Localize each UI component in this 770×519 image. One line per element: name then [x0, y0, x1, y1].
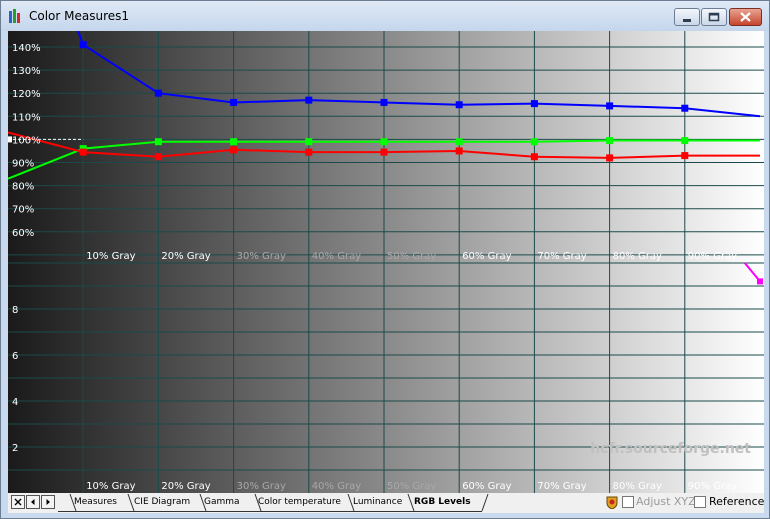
blue-series-point — [305, 96, 313, 104]
reference-checkbox[interactable] — [694, 496, 706, 508]
red-series-point — [606, 154, 614, 162]
tab-bar: Measures CIE Diagram Gamma Color tempera… — [8, 493, 764, 513]
red-series-point — [455, 147, 463, 155]
red-series-point — [530, 153, 538, 161]
close-button[interactable] — [729, 8, 762, 26]
blue-series-point — [380, 98, 388, 106]
green-series-point — [455, 138, 463, 146]
minimize-icon — [683, 19, 691, 22]
tab-luminance[interactable]: Luminance — [353, 493, 402, 511]
red-series-point — [380, 148, 388, 156]
green-series-point — [305, 138, 313, 146]
green-series-point — [530, 138, 538, 146]
tab-separator — [481, 493, 489, 512]
bar-chart-app-icon — [9, 9, 23, 23]
x-tick-label: 80% Gray — [613, 251, 662, 262]
wrench-shield-icon[interactable] — [605, 495, 619, 509]
title-bar[interactable]: Color Measures1 — [1, 1, 769, 31]
minimize-button[interactable] — [674, 8, 700, 26]
green-series-point — [380, 138, 388, 146]
prev-tab-button[interactable] — [26, 495, 40, 509]
blue-series-point — [530, 100, 538, 108]
x-tick-label: 70% Gray — [537, 251, 586, 262]
y-tick-label: 60% — [12, 228, 34, 239]
x-tick-label: 90% Gray — [688, 251, 737, 262]
x-tick-label: 20% Gray — [161, 251, 210, 262]
x-tick-label: 40% Gray — [312, 251, 361, 262]
x-tick-label: 80% Gray — [613, 481, 662, 492]
x-tick-label: 20% Gray — [161, 481, 210, 492]
window-title: Color Measures1 — [29, 9, 130, 23]
red-series-point — [681, 152, 689, 160]
y-tick-label: 2 — [12, 443, 18, 454]
reference-label: Reference — [709, 495, 765, 508]
y-tick-label: 8 — [12, 305, 18, 316]
blue-series-point — [606, 102, 614, 110]
y-tick-label: 4 — [12, 397, 18, 408]
close-icon — [740, 12, 751, 22]
green-series-point — [230, 138, 238, 146]
y-tick-label: 100% — [12, 135, 41, 146]
magenta-series-point — [757, 278, 763, 285]
y-tick-label: 70% — [12, 205, 34, 216]
app-window: Color Measures1 140% 130% 120% 110% 100% 90% 8… — [0, 0, 770, 519]
adjust-xyz-checkbox[interactable] — [622, 496, 634, 508]
x-tick-label: 30% Gray — [237, 481, 286, 492]
x-tick-label: 60% Gray — [462, 251, 511, 262]
close-view-button[interactable] — [11, 495, 25, 509]
maximize-icon — [708, 12, 720, 22]
blue-series-point — [79, 41, 87, 49]
tab-cie-diagram[interactable]: CIE Diagram — [134, 493, 190, 511]
y-tick-label: 140% — [12, 43, 41, 54]
blue-series-point — [154, 89, 162, 97]
triangle-left-icon — [31, 499, 35, 505]
x-tick-label: 10% Gray — [86, 481, 135, 492]
x-tick-label: 50% Gray — [387, 481, 436, 492]
x-close-icon — [14, 498, 22, 506]
blue-series-point — [230, 98, 238, 106]
red-series-point — [79, 148, 87, 156]
green-series-point — [154, 138, 162, 146]
x-tick-label: 10% Gray — [86, 251, 135, 262]
y-tick-label: 130% — [12, 66, 41, 77]
tab-rgb-levels[interactable]: RGB Levels — [414, 493, 471, 511]
x-tick-label: 90% Gray — [688, 481, 737, 492]
maximize-button[interactable] — [701, 8, 727, 26]
green-series-point — [681, 137, 689, 145]
x-tick-label: 50% Gray — [387, 251, 436, 262]
triangle-right-icon — [46, 499, 50, 505]
tab-measures[interactable]: Measures — [74, 493, 117, 511]
y-tick-label: 90% — [12, 159, 34, 170]
y-tick-label: 120% — [12, 89, 41, 100]
tab-color-temperature[interactable]: Color temperature — [258, 493, 341, 511]
x-tick-label: 40% Gray — [312, 481, 361, 492]
y-tick-label: 80% — [12, 182, 34, 193]
x-tick-label: 60% Gray — [462, 481, 511, 492]
rgb-levels-chart[interactable]: 140% 130% 120% 110% 100% 90% 80% 70% 60% 8 6 4 2 10% … — [8, 31, 764, 493]
red-series-point — [305, 148, 313, 156]
watermark: hcfr.sourceforge.net — [590, 441, 751, 457]
blue-series-point — [455, 101, 463, 109]
y-tick-label: 110% — [12, 112, 41, 123]
x-tick-label: 30% Gray — [237, 251, 286, 262]
adjust-xyz-label: Adjust XYZ — [636, 495, 696, 508]
green-series-point — [606, 137, 614, 145]
y-tick-label: 6 — [12, 351, 18, 362]
blue-series-point — [681, 104, 689, 112]
red-series-point — [154, 153, 162, 161]
x-tick-label: 70% Gray — [537, 481, 586, 492]
tab-gamma[interactable]: Gamma — [204, 493, 240, 511]
red-series-point — [230, 146, 238, 154]
next-tab-button[interactable] — [41, 495, 55, 509]
